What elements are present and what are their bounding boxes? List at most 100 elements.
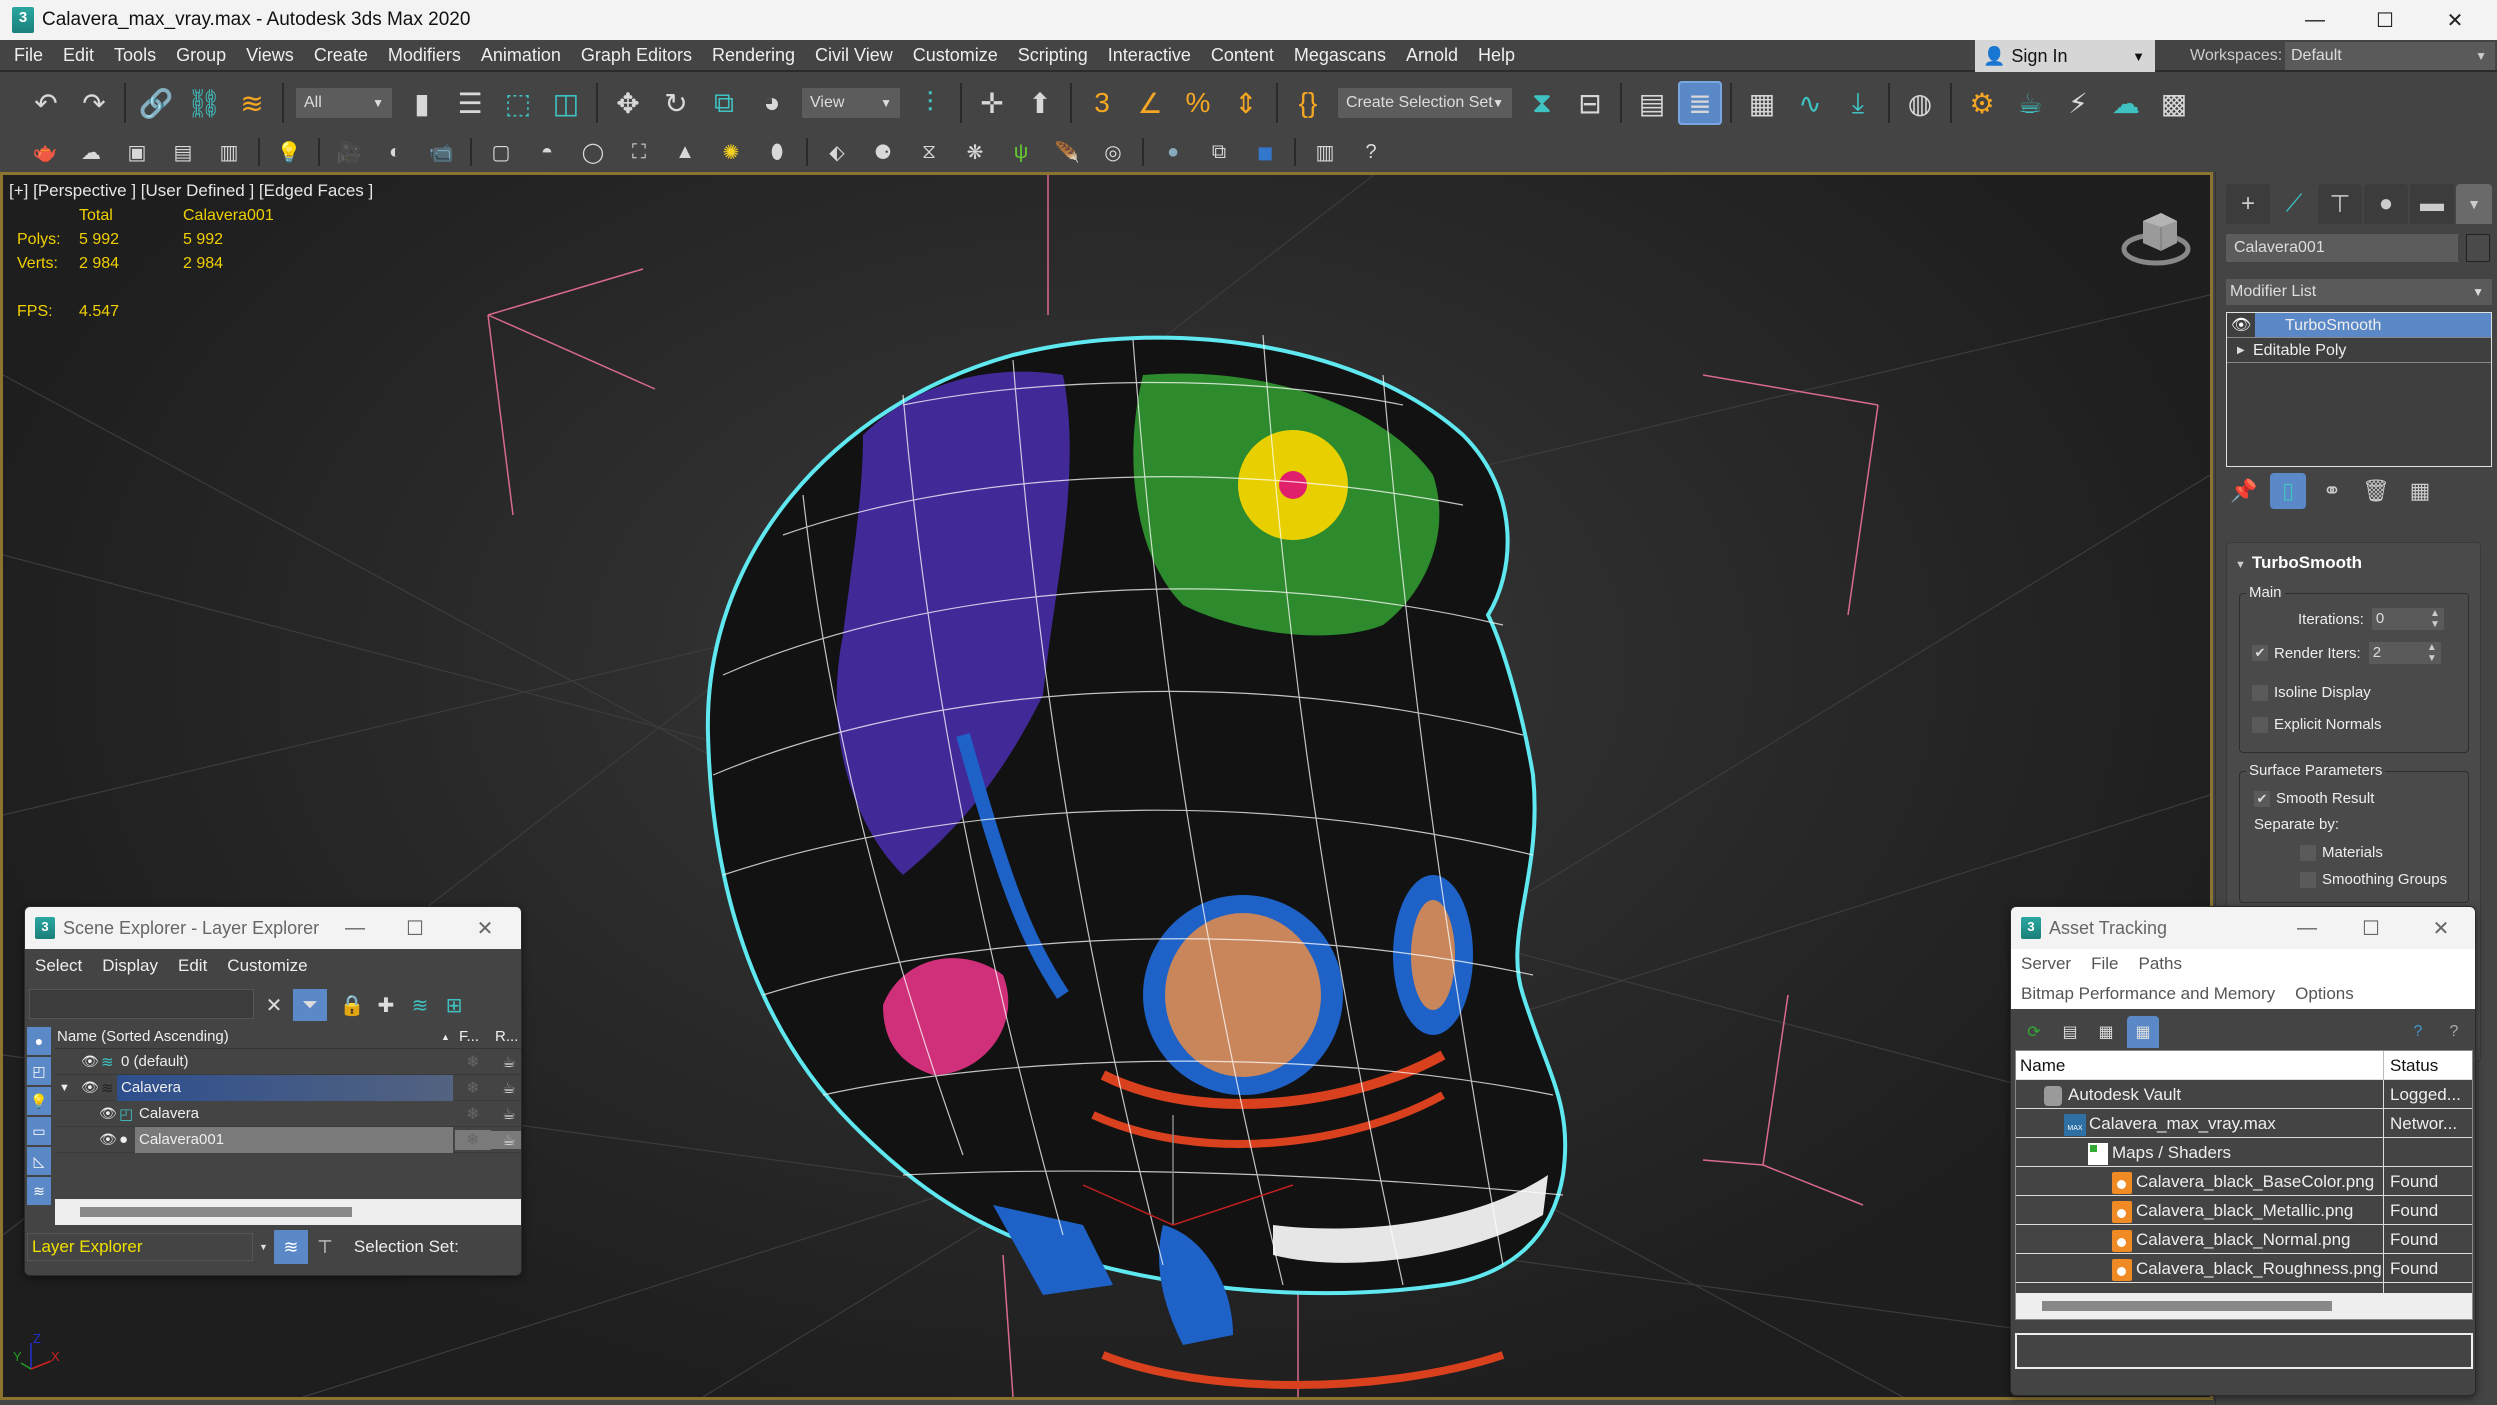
angle-snap-icon[interactable]: ∠ <box>1128 81 1172 125</box>
material-sphere-icon[interactable]: ● <box>1152 135 1194 169</box>
viewport-label[interactable]: [+] [Perspective ] [User Defined ] [Edge… <box>9 181 373 201</box>
log-icon[interactable]: ▥ <box>1304 135 1346 169</box>
menu-content[interactable]: Content <box>1201 45 1284 66</box>
move-icon[interactable]: ✥ <box>606 81 650 125</box>
dome-camera-icon[interactable]: ◐ <box>374 135 416 169</box>
column-status[interactable]: Status <box>2390 1051 2438 1080</box>
layers-icon[interactable]: ≋ <box>403 989 437 1021</box>
menu-graph-editors[interactable]: Graph Editors <box>571 45 702 66</box>
lights-filter-icon[interactable]: 💡 <box>27 1087 51 1115</box>
tree-view-icon[interactable]: ▦ <box>2091 1017 2121 1047</box>
reference-coord-dropdown[interactable]: View ▼ <box>802 88 900 118</box>
dome-light-icon[interactable]: ◓ <box>526 135 568 169</box>
expand-arrow-icon[interactable]: ▶ <box>2237 338 2245 363</box>
layer-explorer-icon[interactable]: ≣ <box>1678 81 1722 125</box>
scene-explorer-titlebar[interactable]: 3 Scene Explorer - Layer Explorer — ☐ ✕ <box>25 907 521 949</box>
ribbon-icon[interactable]: ▦ <box>1740 81 1784 125</box>
column-freeze[interactable]: F... <box>459 1028 479 1045</box>
select-object-icon[interactable]: ▮ <box>400 81 444 125</box>
expand-arrow-icon[interactable]: ▼ <box>59 1082 70 1094</box>
layers-mode-icon[interactable]: ≋ <box>273 1230 308 1264</box>
smooth-result-checkbox[interactable]: ✔ <box>2254 790 2270 807</box>
asset-row[interactable]: MAX Calavera_max_vray.max Networ... <box>2016 1109 2472 1138</box>
object-color-swatch[interactable] <box>2466 234 2490 262</box>
render-in-cloud-icon[interactable]: ☁ <box>2104 81 2148 125</box>
scrollbar-thumb[interactable] <box>80 1207 352 1217</box>
asset-row[interactable]: Calavera_black_BaseColor.png Found <box>2016 1167 2472 1196</box>
eye-icon[interactable]: 👁 <box>81 1053 99 1070</box>
make-unique-icon[interactable]: ⚭ <box>2314 473 2350 509</box>
spacewarps-filter-icon[interactable]: ≋ <box>27 1177 51 1205</box>
horizontal-scrollbar[interactable] <box>2016 1293 2472 1319</box>
close-button[interactable]: ✕ <box>465 907 505 949</box>
keyboard-shortcut-override-icon[interactable]: ⬆ <box>1018 81 1062 125</box>
mesh-light-icon[interactable]: ⛶ <box>618 135 660 169</box>
clear-search-icon[interactable]: ✕ <box>257 989 291 1021</box>
eye-icon[interactable]: 👁 <box>81 1079 99 1096</box>
sphere-light-icon[interactable]: ◯ <box>572 135 614 169</box>
show-end-result-icon[interactable]: ▯ <box>2270 473 2306 509</box>
place-icon[interactable]: ◕ <box>750 81 794 125</box>
ornatrix-icon[interactable]: ◎ <box>1092 135 1134 169</box>
materials-checkbox[interactable] <box>2300 844 2316 861</box>
iterations-spinner[interactable]: 0 ▲ ▼ <box>2371 608 2444 630</box>
render-frame-icon[interactable]: ▣ <box>116 135 158 169</box>
maximize-button[interactable]: ☐ <box>2351 907 2391 949</box>
workspaces-select[interactable]: Default ▼ <box>2285 42 2495 70</box>
teapot-icon[interactable]: 🫖 <box>24 135 66 169</box>
plane-light-icon[interactable]: ▢ <box>480 135 522 169</box>
remove-modifier-icon[interactable]: 🗑 <box>2358 473 2394 509</box>
tree-row[interactable]: ▼ 👁 ≋ Calavera ❄ ☕ <box>55 1074 521 1101</box>
selection-set-dropdown[interactable]: Create Selection Set ▼ <box>1338 88 1512 118</box>
asset-row[interactable]: Autodesk Vault Logged... <box>2016 1080 2472 1109</box>
object-name-field[interactable]: Calavera001 <box>2226 234 2458 262</box>
align-icon[interactable]: ⊟ <box>1568 81 1612 125</box>
selection-filter-dropdown[interactable]: All ▼ <box>296 88 392 118</box>
render-teapot-icon[interactable]: ☕ <box>491 1053 521 1071</box>
undo-icon[interactable]: ↶ <box>24 81 68 125</box>
rollout-title[interactable]: ▼ TurboSmooth <box>2235 553 2362 573</box>
menu-create[interactable]: Create <box>304 45 378 66</box>
freeze-icon[interactable]: ❄ <box>455 1129 491 1150</box>
hierarchy-icon[interactable]: ⊞ <box>437 989 471 1021</box>
eye-icon[interactable]: 👁 <box>99 1105 117 1122</box>
grass-icon[interactable]: ψ <box>1000 135 1042 169</box>
helpers-filter-icon[interactable]: ◺ <box>27 1147 51 1175</box>
scale-icon[interactable]: ⧉ <box>702 81 746 125</box>
explicit-normals-checkbox[interactable] <box>2252 716 2268 733</box>
add-layer-icon[interactable]: ✚ <box>369 989 403 1021</box>
redo-icon[interactable]: ↷ <box>72 81 116 125</box>
cloud-icon[interactable]: ☁ <box>70 135 112 169</box>
tree-row[interactable]: 👁 ◰ Calavera ❄ ☕ <box>55 1101 521 1127</box>
menu-file[interactable]: File <box>2081 954 2128 974</box>
menu-civil-view[interactable]: Civil View <box>805 45 903 66</box>
menu-tools[interactable]: Tools <box>104 45 166 66</box>
column-render[interactable]: R... <box>495 1028 518 1045</box>
asset-row[interactable]: Calavera_black_Roughness.png Found <box>2016 1254 2472 1283</box>
tree-row[interactable]: 👁 ≋ 0 (default) ❄ ☕ <box>55 1049 521 1075</box>
menu-edit[interactable]: Edit <box>53 45 104 66</box>
menu-arnold[interactable]: Arnold <box>1396 45 1468 66</box>
menu-select[interactable]: Select <box>25 956 92 976</box>
help-icon[interactable]: ? <box>1350 135 1392 169</box>
smoothing-groups-checkbox[interactable] <box>2300 871 2316 888</box>
scrollbar-thumb[interactable] <box>2042 1301 2332 1311</box>
pivot-center-icon[interactable]: ⫶ <box>908 81 952 125</box>
rotate-icon[interactable]: ↻ <box>654 81 698 125</box>
unlink-icon[interactable]: ⛓ <box>182 81 226 125</box>
explorer-type-dropdown[interactable]: Layer Explorer <box>27 1233 253 1261</box>
particles-icon[interactable]: ⚈ <box>862 135 904 169</box>
mirror-icon[interactable]: ⧗ <box>1520 81 1564 125</box>
menu-scripting[interactable]: Scripting <box>1008 45 1098 66</box>
close-button[interactable]: ✕ <box>2421 907 2461 949</box>
render-setup-icon[interactable]: ⚙ <box>1960 81 2004 125</box>
camera-icon[interactable]: 🎥 <box>328 135 370 169</box>
volume-grid-icon[interactable]: ❋ <box>954 135 996 169</box>
render-teapot-icon[interactable]: ☕ <box>491 1105 521 1123</box>
render-elements-icon[interactable]: ▥ <box>208 135 250 169</box>
tab-display[interactable]: ▬ <box>2410 184 2454 224</box>
menu-megascans[interactable]: Megascans <box>1284 45 1396 66</box>
menu-views[interactable]: Views <box>236 45 304 66</box>
asset-row[interactable]: Calavera_black_Metallic.png Found <box>2016 1196 2472 1225</box>
a360-gallery-icon[interactable]: ▩ <box>2152 81 2196 125</box>
